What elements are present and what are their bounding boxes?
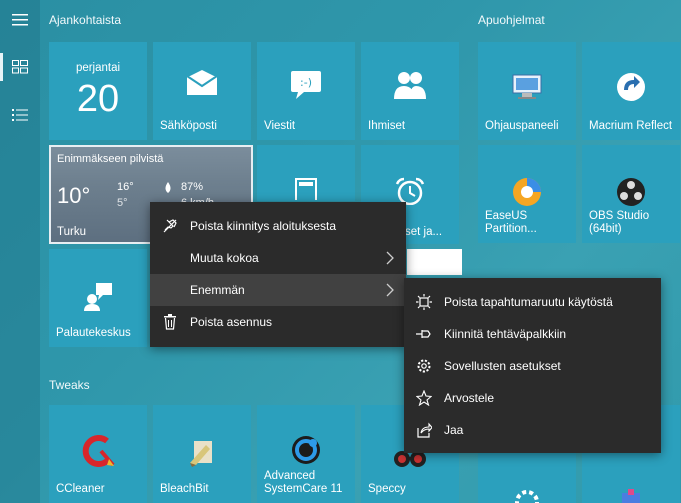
group-title-ajankohtaista[interactable]: Ajankohtaista [49,13,121,27]
submenu-item-share-label: Jaa [444,423,464,437]
tile-context-menu: Poista kiinnitys aloituksesta Muuta koko… [150,202,406,347]
submenu-item-app-settings-label: Sovellusten asetukset [444,359,561,373]
ccleaner-label: CCleaner [56,483,105,495]
calendar-day: 20 [76,78,120,120]
obs-tile[interactable]: OBS Studio (64bit) [582,145,680,243]
advanced-systemcare-label: Advanced SystemCare 11 [264,470,343,495]
list-icon [12,109,28,121]
weather-humidity: 87% [181,181,204,193]
weather-city: Turku [57,226,86,238]
share-icon [416,422,432,438]
advanced-systemcare-icon [257,435,355,465]
hamburger-menu-button[interactable] [0,0,40,40]
bleachbit-tile[interactable]: BleachBit [153,405,251,503]
unpin-icon [162,218,178,234]
chevron-right-icon [386,283,394,300]
control-panel-label: Ohjauspaneeli [485,120,559,132]
messaging-tile[interactable]: :-) Viestit [257,42,355,140]
obs-icon [582,177,680,207]
submenu-item-rate-label: Arvostele [444,391,495,405]
ccleaner-icon [49,435,147,467]
gear-icon [416,358,432,374]
people-tile[interactable]: Ihmiset [361,42,459,140]
obs-label: OBS Studio (64bit) [589,210,650,235]
bleachbit-label: BleachBit [160,483,209,495]
people-icon [361,70,459,100]
advanced-systemcare-tile[interactable]: Advanced SystemCare 11 [257,405,355,503]
control-panel-icon [478,74,576,100]
all-apps-button[interactable] [0,95,40,135]
macrium-icon [582,72,680,102]
gear-icon [478,487,576,503]
control-panel-tile[interactable]: Ohjauspaneeli [478,42,576,140]
weather-condition: Enimmäkseen pilvistä [57,153,164,165]
feedback-hub-label: Palautekeskus [56,327,131,339]
menu-item-resize-label: Muuta kokoa [190,251,259,265]
group-title-apuohjelmat[interactable]: Apuohjelmat [478,13,545,27]
chevron-right-icon [386,251,394,268]
easeus-tile[interactable]: EaseUS Partition... [478,145,576,243]
submenu-item-app-settings[interactable]: Sovellusten asetukset [404,350,661,382]
tiles-view-button[interactable] [0,47,40,87]
trash-icon [162,314,178,330]
weather-high: 16° [117,181,134,193]
submenu-item-live-tile-off-label: Poista tapahtumaruutu käytöstä [444,295,613,309]
mail-label: Sähköposti [160,120,217,132]
submenu-item-live-tile-off[interactable]: Poista tapahtumaruutu käytöstä [404,286,661,318]
macrium-label: Macrium Reflect [589,120,673,132]
start-rail [0,0,40,503]
weather-low: 5° [117,197,128,209]
alarms-label: set ja... [405,226,443,238]
pin-icon [416,326,432,342]
ccleaner-tile[interactable]: CCleaner [49,405,147,503]
weather-temp: 10° [57,183,91,208]
messaging-icon: :-) [257,70,355,100]
menu-item-more[interactable]: Enemmän [150,274,406,306]
feedback-hub-tile[interactable]: Palautekeskus [49,249,147,347]
submenu-item-pin-taskbar[interactable]: Kiinnitä tehtäväpalkkiin [404,318,661,350]
humidity-icon [165,182,171,193]
submenu-item-share[interactable]: Jaa [404,414,661,446]
mail-icon [153,70,251,96]
mail-tile[interactable]: Sähköposti [153,42,251,140]
menu-item-more-label: Enemmän [190,283,245,297]
tool-icon [582,489,680,503]
feedback-hub-icon [49,281,147,311]
menu-item-unpin-label: Poista kiinnitys aloituksesta [190,219,337,233]
macrium-tile[interactable]: Macrium Reflect [582,42,680,140]
easeus-icon [478,177,576,207]
submenu-item-rate[interactable]: Arvostele [404,382,661,414]
calculator-icon [257,178,355,200]
alarm-clock-icon [361,177,459,205]
star-icon [416,390,432,406]
speccy-label: Speccy [368,483,406,495]
tiles-view-icon [12,60,28,74]
people-label: Ihmiset [368,120,406,132]
menu-item-uninstall[interactable]: Poista asennus [150,306,406,338]
menu-item-unpin[interactable]: Poista kiinnitys aloituksesta [150,210,406,242]
calendar-weekday: perjantai [75,62,121,74]
submenu-item-pin-taskbar-label: Kiinnitä tehtäväpalkkiin [444,327,567,341]
group-title-tweaks[interactable]: Tweaks [49,378,90,392]
bleachbit-icon [153,435,251,467]
calendar-tile[interactable]: perjantai 20 [49,42,147,140]
svg-text::-): :-) [300,76,312,89]
tile-placeholder [407,249,462,275]
easeus-label: EaseUS Partition... [485,210,537,235]
hamburger-icon [12,14,28,26]
messaging-label: Viestit [264,120,296,132]
more-submenu: Poista tapahtumaruutu käytöstä Kiinnitä … [404,278,661,453]
menu-item-resize[interactable]: Muuta kokoa [150,242,406,274]
menu-item-uninstall-label: Poista asennus [190,315,273,329]
calculator-tile[interactable] [257,145,355,201]
live-tile-icon [416,294,432,310]
